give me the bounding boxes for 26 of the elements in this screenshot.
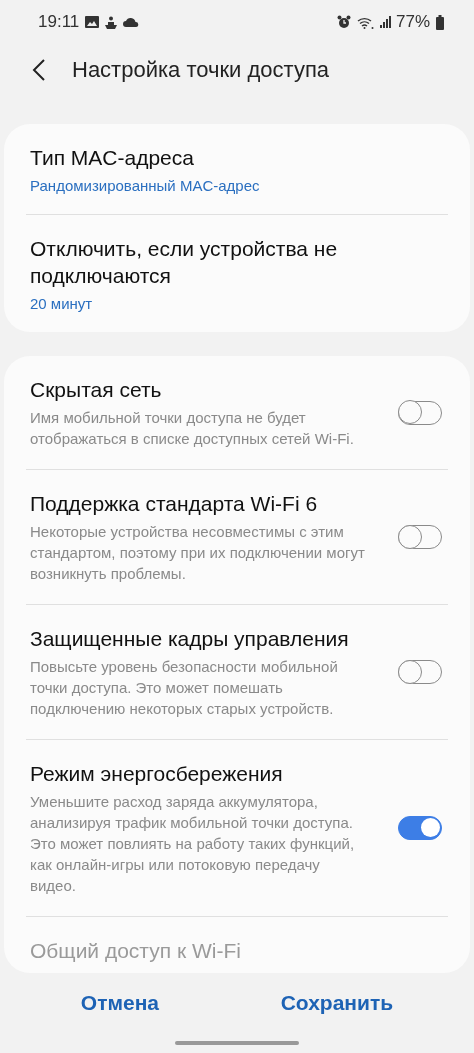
battery-percent: 77% (395, 12, 430, 32)
back-icon (32, 58, 46, 82)
setting-value: Рандомизированный MAC-адрес (30, 177, 261, 194)
wifi-icon (356, 15, 374, 29)
status-time: 19:11 (38, 12, 80, 32)
setting-title[interactable]: Защищенные кадры управления (30, 625, 375, 652)
battery-icon (436, 14, 444, 30)
setting-description: Повысьте уровень безопасности мобильной точки доступа. Это может помешать подключению некоторых старых устройств. (30, 657, 339, 719)
setting-description: Имя мобильной точки доступа не будет отображаться в списке доступных сетей Wi-Fi. (30, 408, 355, 449)
setting-title[interactable]: Тип MAC-адреса (30, 144, 375, 171)
figure-icon (105, 15, 118, 29)
setting-title[interactable]: Скрытая сеть (30, 376, 375, 403)
save-button[interactable]: Сохранить (264, 983, 410, 1023)
toggle-switch[interactable] (398, 816, 442, 840)
setting-value: 20 минут (30, 295, 94, 312)
cloud-icon (123, 17, 140, 27)
page-title: Настройка точки доступа (72, 57, 330, 83)
signal-icon (379, 16, 392, 28)
setting-title[interactable]: Отключить, если устройства не подключаются (30, 235, 375, 289)
image-icon (85, 16, 100, 28)
alarm-icon (336, 15, 351, 29)
cancel-button[interactable]: Отмена (64, 983, 176, 1023)
setting-title[interactable]: Поддержка стандарта Wi-Fi 6 (30, 490, 375, 517)
setting-description: Некоторые устройства несовместимы с этим стандартом, поэтому при их подключении могут возникнуть проблемы. (30, 522, 366, 584)
setting-title[interactable]: Режим энергосбережения (30, 760, 375, 787)
setting-description: Уменьшите расход заряда аккумулятора, анализируя трафик мобильной точки доступа. Это может повлиять на работу таких функций, как онлайн-игры или потоковую передачу видео. (30, 792, 356, 896)
